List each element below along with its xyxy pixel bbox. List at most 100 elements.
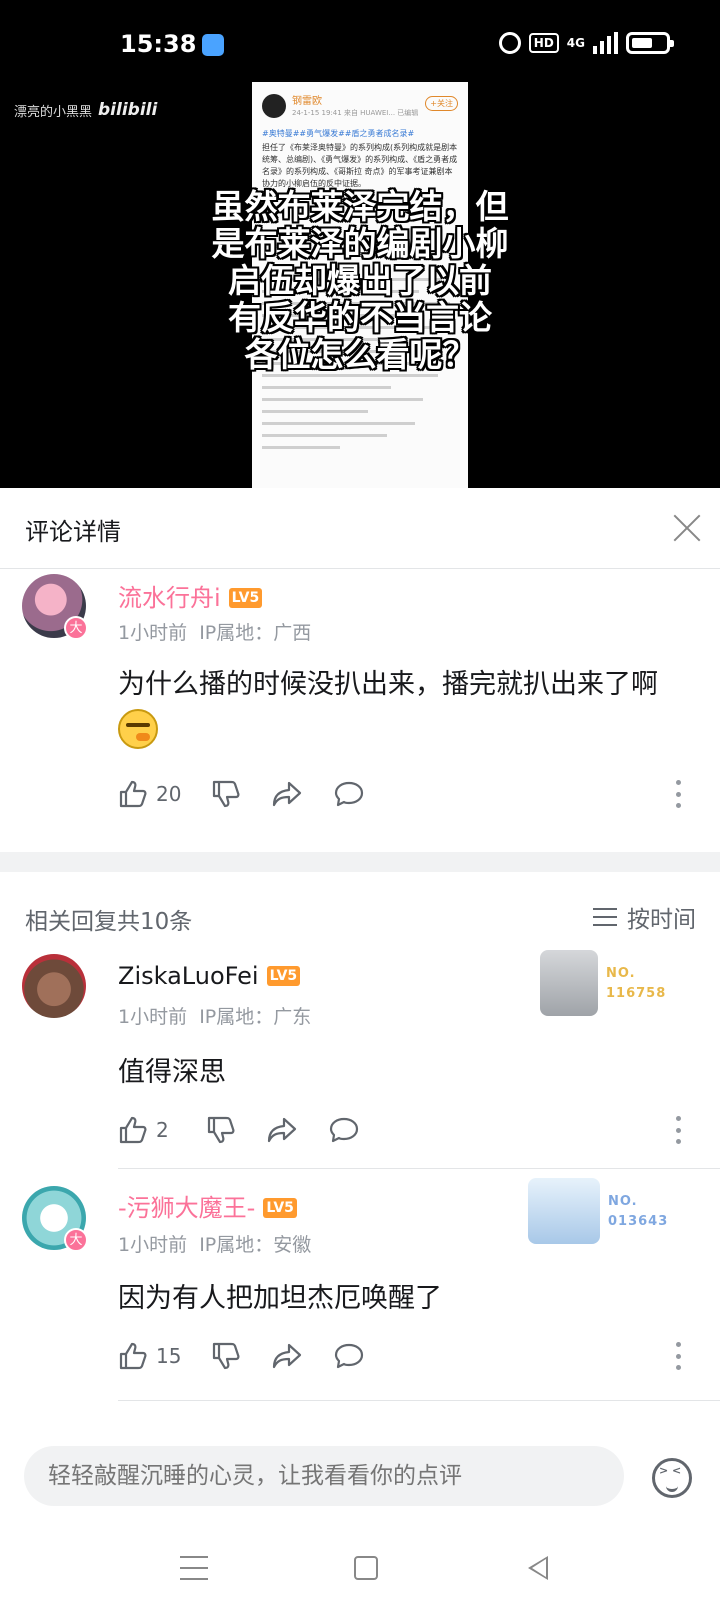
avatar[interactable]: 大 xyxy=(22,574,88,640)
reply-item: 大 -污狮大魔王- LV5 1小时前 IP属地：安徽 NO. 013643 因为有… xyxy=(0,1168,720,1400)
level-badge: LV5 xyxy=(266,966,301,986)
reply-meta: 1小时前 IP属地：安徽 xyxy=(118,1230,311,1257)
reply-button[interactable] xyxy=(333,776,365,812)
like-icon xyxy=(119,1116,147,1144)
fan-card-image xyxy=(540,950,598,1016)
avatar[interactable]: 大 xyxy=(22,1186,88,1252)
dislike-button[interactable] xyxy=(211,776,241,812)
status-time: 15:38 xyxy=(120,30,197,58)
fan-card[interactable]: NO. 013643 xyxy=(528,1178,678,1248)
post-avatar xyxy=(262,94,286,118)
post-author: 钢雷欧 xyxy=(292,96,322,107)
comment-username[interactable]: 流水行舟i LV5 xyxy=(118,578,263,613)
reply-icon xyxy=(329,1117,359,1143)
share-button[interactable] xyxy=(266,1112,298,1148)
app-notification-icon xyxy=(202,34,224,56)
like-button[interactable]: 15 xyxy=(118,1338,181,1374)
fan-card-image xyxy=(528,1178,600,1244)
menu-icon[interactable] xyxy=(180,1556,208,1580)
vip-badge: 大 xyxy=(64,616,88,640)
share-button[interactable] xyxy=(271,1338,303,1374)
like-count: 2 xyxy=(156,1118,169,1142)
section-gap xyxy=(0,852,720,872)
post-body: 担任了《布莱泽奥特曼》的系列构成(系列构成就是剧本统筹、总编剧)、《勇气爆发》的… xyxy=(262,143,458,188)
reply-time: 1小时前 xyxy=(118,1234,188,1256)
sort-button[interactable]: 按时间 xyxy=(593,900,696,934)
hd-badge: HD xyxy=(528,33,559,53)
status-bar: 15:38 HD 4G xyxy=(0,0,720,90)
watermark-user: 漂亮的小黑黑 xyxy=(14,104,93,120)
reply-button[interactable] xyxy=(328,1112,360,1148)
signal-icon xyxy=(593,32,618,54)
subtitle-line: 虽然布莱泽完结，但 xyxy=(211,187,509,226)
comment-actions: 20 xyxy=(118,776,395,812)
like-icon xyxy=(119,780,147,808)
post-header: 钢雷欧 24-1-15 19:41 来自 HUAWEI... 已编辑 +关注 xyxy=(262,90,458,124)
vip-badge: 大 xyxy=(64,1228,88,1252)
dislike-icon xyxy=(207,1116,235,1144)
reply-ip: IP属地：安徽 xyxy=(199,1234,312,1256)
subtitle-line: 有反华的不当言论 xyxy=(228,298,492,337)
post-tags: #奥特曼##勇气爆发##盾之勇者成名录# xyxy=(262,129,415,138)
like-icon xyxy=(119,1342,147,1370)
like-count: 15 xyxy=(156,1344,182,1368)
comment-text-body: 为什么播的时候没扒出来，播完就扒出来了啊 xyxy=(118,669,658,700)
level-badge: LV5 xyxy=(228,588,263,608)
sort-label: 按时间 xyxy=(627,907,696,933)
comment-input-bar xyxy=(0,1424,720,1534)
video-player[interactable]: 15:38 HD 4G 漂亮的小黑黑 bilibili 钢雷欧 24-1-15 … xyxy=(0,0,720,488)
share-icon xyxy=(273,781,302,807)
reply-button[interactable] xyxy=(333,1338,365,1374)
reply-icon xyxy=(335,1343,364,1369)
reply-username[interactable]: -污狮大魔王- LV5 xyxy=(118,1188,297,1223)
reply-icon xyxy=(335,781,364,807)
more-icon[interactable] xyxy=(674,780,682,808)
like-button[interactable]: 20 xyxy=(118,776,181,812)
reply-time: 1小时前 xyxy=(118,1006,188,1028)
more-icon[interactable] xyxy=(674,1342,682,1370)
reply-username[interactable]: ZiskaLuoFei LV5 xyxy=(118,962,301,990)
dislike-button[interactable] xyxy=(206,1112,236,1148)
post-follow-button: +关注 xyxy=(425,96,458,111)
reply-actions: 2 xyxy=(118,1112,390,1148)
system-nav-bar xyxy=(0,1534,720,1612)
subtitle-line: 是布莱泽的编剧小柳 xyxy=(211,224,509,263)
fan-card-number: NO. 013643 xyxy=(608,1194,669,1229)
username-text: ZiskaLuoFei xyxy=(118,962,259,990)
share-button[interactable] xyxy=(271,776,303,812)
reply-count: 相关回复共10条 xyxy=(25,909,193,935)
close-icon[interactable] xyxy=(670,510,704,544)
comment-input[interactable] xyxy=(24,1446,624,1506)
username-text: -污狮大魔王- xyxy=(118,1194,256,1222)
battery-icon xyxy=(626,32,674,54)
share-icon xyxy=(267,1117,297,1143)
main-comment: 大 流水行舟i LV5 1小时前 IP属地：广西 为什么播的时候没扒出来，播完就扒… xyxy=(0,568,720,852)
reply-actions: 15 xyxy=(118,1338,395,1374)
reply-text: 因为有人把加坦杰厄唤醒了 xyxy=(118,1283,442,1314)
back-icon[interactable] xyxy=(528,1556,548,1580)
panel-title: 评论详情 xyxy=(25,518,121,546)
network-label: 4G xyxy=(566,36,585,50)
emoji-icon[interactable] xyxy=(652,1458,692,1498)
more-icon[interactable] xyxy=(674,1116,682,1144)
post-meta: 24-1-15 19:41 来自 HUAWEI... 已编辑 xyxy=(292,109,419,117)
doge-emoji-icon xyxy=(118,709,158,749)
comment-text: 为什么播的时候没扒出来，播完就扒出来了啊 xyxy=(118,662,698,754)
status-icons: HD 4G xyxy=(498,32,674,54)
username-text: 流水行舟i xyxy=(118,584,221,612)
avatar[interactable] xyxy=(22,954,86,1018)
home-icon[interactable] xyxy=(354,1556,378,1580)
reply-meta: 1小时前 IP属地：广东 xyxy=(118,1002,311,1029)
reply-divider xyxy=(118,1400,720,1401)
comment-meta: 1小时前 IP属地：广西 xyxy=(118,618,311,645)
dislike-icon xyxy=(213,1342,240,1370)
sort-icon xyxy=(593,908,617,926)
share-icon xyxy=(273,1343,302,1369)
video-subtitle: 虽然布莱泽完结，但 是布莱泽的编剧小柳 启伍却爆出了以前 有反华的不当言论 各位… xyxy=(190,188,530,373)
fan-card[interactable]: NO. 116758 xyxy=(540,950,690,1020)
dislike-button[interactable] xyxy=(211,1338,241,1374)
bilibili-logo: bilibili xyxy=(98,100,158,120)
like-button[interactable]: 2 xyxy=(118,1112,176,1148)
like-count: 20 xyxy=(156,782,182,806)
dislike-icon xyxy=(213,780,240,808)
